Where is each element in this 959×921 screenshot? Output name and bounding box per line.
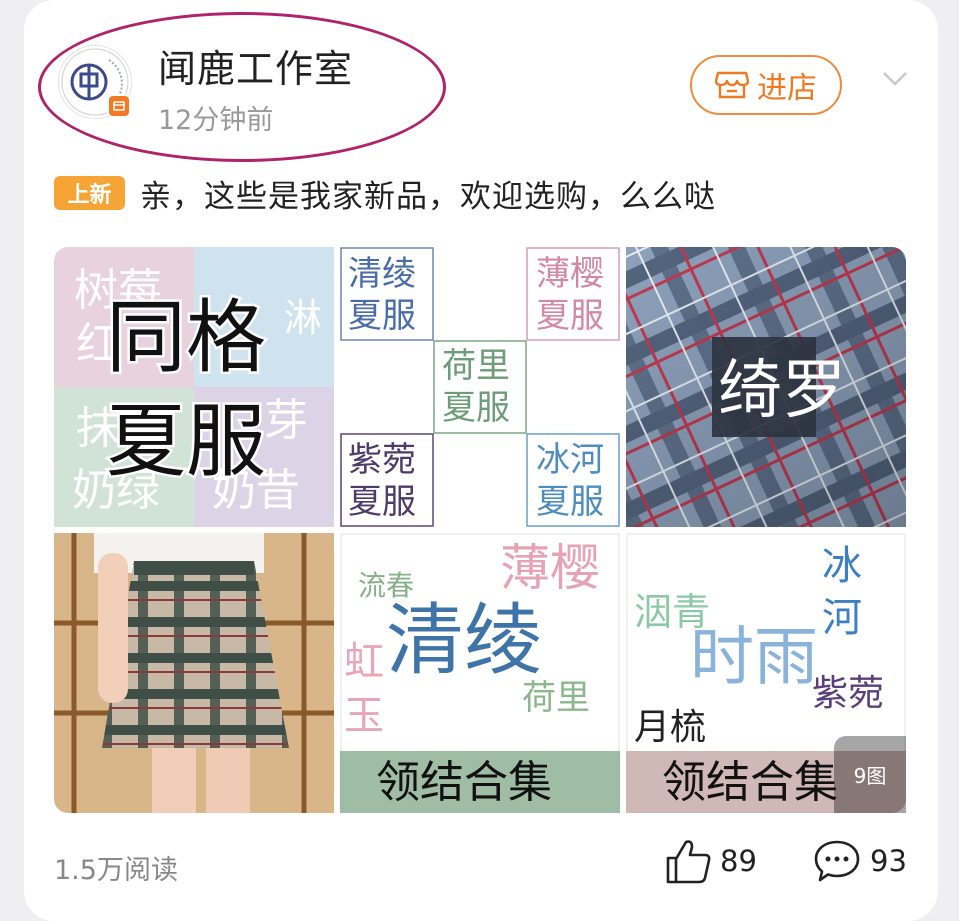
tile2-cell-text: 夏服 bbox=[442, 388, 510, 428]
tile6-word: 河 bbox=[822, 595, 862, 641]
tile2-cell-text: 荷里 bbox=[442, 346, 510, 386]
post-text: 亲，这些是我家新品，欢迎选购，么么哒 bbox=[140, 179, 716, 215]
image-count-badge: 9图 bbox=[834, 736, 906, 813]
tile2-cell-text: 紫菀 bbox=[348, 440, 416, 480]
enter-shop-button[interactable]: 进店 bbox=[690, 55, 842, 115]
chevron-down-icon[interactable] bbox=[882, 70, 908, 88]
tile6-word: 冰 bbox=[822, 543, 862, 589]
comment-icon bbox=[814, 840, 860, 882]
tile2-cell-text: 夏服 bbox=[536, 296, 604, 336]
enter-shop-label: 进店 bbox=[757, 71, 817, 106]
comment-button[interactable]: 93 bbox=[812, 838, 907, 884]
tile5-word: 玉 bbox=[344, 693, 384, 739]
store-icon bbox=[715, 71, 749, 99]
image-tile-3[interactable]: 绮罗 bbox=[626, 247, 906, 527]
tile5-word: 荷里 bbox=[522, 678, 590, 718]
tile2-cell-text: 清绫 bbox=[348, 254, 416, 294]
tile2-cell-text: 夏服 bbox=[536, 482, 604, 522]
read-count: 1.5万阅读 bbox=[54, 855, 178, 886]
tile6-word: 紫菀 bbox=[812, 673, 884, 714]
image-tile-4[interactable] bbox=[54, 533, 334, 813]
image-tile-1[interactable]: 树莓 红 淋 抹 芽 奶绿 奶昔 同格 夏服 bbox=[54, 247, 334, 527]
tile1-title-line1: 同格 bbox=[106, 291, 266, 384]
highlight-annotation bbox=[38, 12, 446, 162]
tile2-cell-text: 夏服 bbox=[348, 482, 416, 522]
tile6-word: 月梳 bbox=[634, 707, 706, 748]
tile1-bg-word: 淋 bbox=[284, 296, 322, 340]
tile2-cell-text: 薄樱 bbox=[536, 254, 604, 294]
new-tag: 上新 bbox=[54, 176, 125, 210]
tile3-label: 绮罗 bbox=[718, 354, 846, 428]
tile6-word: 时雨 bbox=[690, 621, 818, 695]
tile5-word: 薄樱 bbox=[500, 539, 600, 597]
tile5-word: 清绫 bbox=[386, 596, 542, 686]
image-tile-2[interactable]: 清绫 夏服 薄樱 夏服 荷里 夏服 紫菀 夏服 冰河 夏服 bbox=[340, 247, 620, 527]
thumb-up-icon bbox=[666, 840, 711, 884]
tile1-title-line2: 夏服 bbox=[106, 395, 266, 488]
image-tile-5[interactable]: 流春 薄樱 清绫 虹 玉 荷里 领结合集 bbox=[340, 533, 620, 813]
like-count: 89 bbox=[720, 844, 757, 878]
tile5-footer: 领结合集 bbox=[376, 757, 552, 808]
tile1-bg-word: 芽 bbox=[264, 395, 308, 446]
comment-count: 93 bbox=[870, 844, 907, 878]
tile6-footer: 领结合集 bbox=[662, 757, 838, 808]
like-button[interactable]: 89 bbox=[664, 838, 757, 884]
image-grid: 树莓 红 淋 抹 芽 奶绿 奶昔 同格 夏服 清绫 夏服 薄樱 夏服 荷里 夏服… bbox=[54, 247, 906, 813]
tile5-word: 虹 bbox=[344, 639, 384, 685]
tile2-cell-text: 夏服 bbox=[348, 296, 416, 336]
tile2-cell-text: 冰河 bbox=[536, 440, 604, 480]
